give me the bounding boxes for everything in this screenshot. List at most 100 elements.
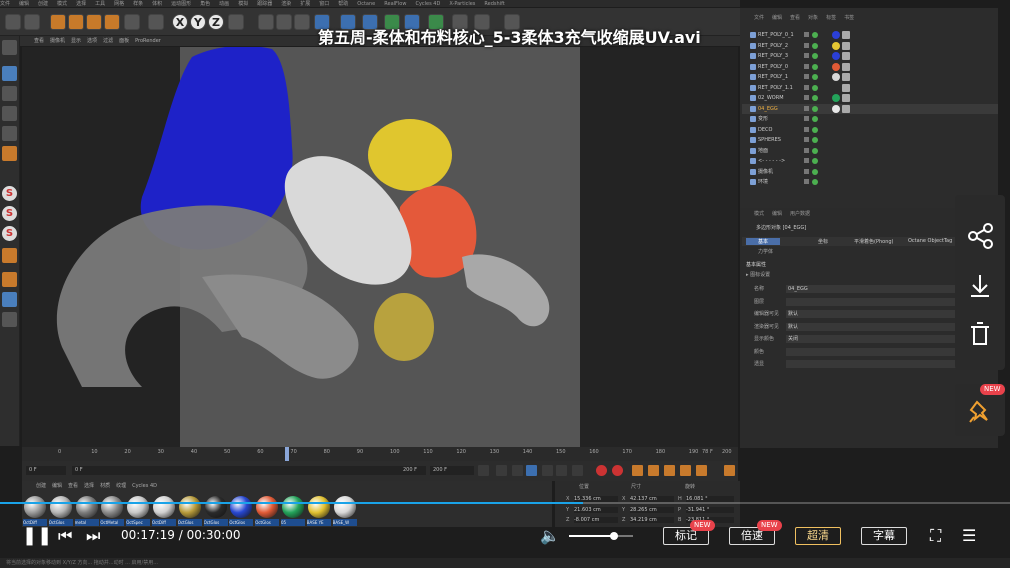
object-mode-icon[interactable] xyxy=(2,66,17,81)
render-dot-icon[interactable] xyxy=(812,95,818,101)
material-tab[interactable]: 创建 xyxy=(36,483,46,489)
material-swatch[interactable] xyxy=(307,496,330,518)
edges-mode-icon[interactable] xyxy=(2,126,17,141)
visibility-toggle[interactable] xyxy=(804,179,809,184)
material-swatch[interactable] xyxy=(49,496,72,518)
visibility-toggle[interactable] xyxy=(804,32,809,37)
visibility-toggle[interactable] xyxy=(804,105,809,111)
object-row[interactable]: 04_EGG xyxy=(742,103,998,114)
attribute-tab[interactable]: 编辑 xyxy=(772,211,782,217)
mode-octane[interactable]: Octane ObjectTag xyxy=(908,238,952,244)
polygons-mode-icon[interactable] xyxy=(2,146,17,161)
render-dot-icon[interactable] xyxy=(812,147,818,154)
start-frame-field[interactable]: 0 F xyxy=(26,466,66,475)
material-label[interactable]: OctMetal xyxy=(100,519,125,526)
object-menu-item[interactable]: 查看 xyxy=(790,15,800,21)
key-scale-icon[interactable] xyxy=(648,465,659,476)
coord-size-value[interactable]: 28.265 cm xyxy=(630,506,674,513)
object-menu-item[interactable]: 文件 xyxy=(754,15,764,21)
material-swatch[interactable] xyxy=(178,496,201,518)
menu-item[interactable]: 角色 xyxy=(200,1,210,7)
material-tab[interactable]: 材质 xyxy=(100,483,110,489)
prev-frame-icon[interactable] xyxy=(512,465,523,476)
menu-item[interactable]: Octane xyxy=(357,1,375,7)
coord-system-icon[interactable] xyxy=(228,14,244,30)
menu-item[interactable]: Redshift xyxy=(484,1,504,7)
object-row[interactable]: 环境 xyxy=(742,177,998,187)
solo-icon[interactable] xyxy=(2,292,17,307)
coord-position-value[interactable]: 21.603 cm xyxy=(574,506,618,513)
prev-key-icon[interactable] xyxy=(496,465,507,476)
material-swatch[interactable] xyxy=(75,496,98,518)
next-icon[interactable]: ⏭ xyxy=(86,526,100,546)
timeline-menu-icon[interactable] xyxy=(724,465,735,476)
render-dot-icon[interactable] xyxy=(812,32,818,38)
phong-tag-icon[interactable] xyxy=(842,41,850,50)
goto-start-icon[interactable] xyxy=(478,465,489,476)
object-row[interactable]: 摄像机 xyxy=(742,167,998,177)
timeline-playhead[interactable] xyxy=(285,447,289,461)
quality-button[interactable]: 超清 xyxy=(795,527,841,545)
material-label[interactable]: OctGlos xyxy=(203,519,228,526)
goto-end-icon[interactable] xyxy=(572,465,583,476)
material-tab[interactable]: 编辑 xyxy=(52,483,62,489)
visibility-toggle[interactable] xyxy=(804,158,809,163)
phong-tag-icon[interactable] xyxy=(842,31,850,39)
menu-item[interactable]: 工具 xyxy=(95,1,105,7)
key-pla-icon[interactable] xyxy=(696,465,707,476)
visibility-toggle[interactable] xyxy=(804,95,809,100)
object-row[interactable]: RET_POLY_0_1 xyxy=(742,30,998,40)
material-label[interactable]: OctGlos xyxy=(229,519,254,526)
material-tag-icon[interactable] xyxy=(832,41,840,50)
coord-size-value[interactable]: 34.219 cm xyxy=(630,517,674,523)
object-row[interactable]: 地面 xyxy=(742,146,998,156)
menu-item[interactable]: Cycles 4D xyxy=(415,1,440,7)
coord-rotation-value[interactable]: -31.941 ° xyxy=(686,506,734,513)
render-dot-icon[interactable] xyxy=(812,63,818,70)
menu-item[interactable]: 网格 xyxy=(114,1,124,7)
material-tab[interactable]: Cycles 4D xyxy=(132,483,157,489)
object-row[interactable]: SPHERES xyxy=(742,135,998,145)
material-label[interactable]: 05 xyxy=(281,519,305,526)
viewport-menu-item[interactable]: 面板 xyxy=(119,38,129,44)
recent-tool-icon[interactable] xyxy=(124,14,140,30)
record-icon[interactable] xyxy=(596,465,607,476)
object-row[interactable]: RET_POLY_2 xyxy=(742,41,998,51)
material-label[interactable]: BASE YE xyxy=(306,519,331,526)
object-row[interactable]: 变形 xyxy=(742,114,998,124)
material-tag-icon[interactable] xyxy=(832,94,840,102)
phong-tag-icon[interactable] xyxy=(842,94,850,102)
viewport-menu-item[interactable]: 选项 xyxy=(87,38,97,44)
material-tag-icon[interactable] xyxy=(832,62,840,71)
previous-icon[interactable]: ⏮ xyxy=(58,526,72,546)
material-label[interactable]: OctSpec xyxy=(126,519,151,526)
material-label[interactable]: OctGlos xyxy=(255,519,280,526)
phong-tag-icon[interactable] xyxy=(842,104,850,113)
visibility-toggle[interactable] xyxy=(804,74,809,79)
material-tag-icon[interactable] xyxy=(832,104,840,113)
menu-item[interactable]: 体积 xyxy=(152,1,162,7)
material-swatch[interactable] xyxy=(333,496,356,518)
end-frame-field[interactable]: 200 F xyxy=(400,466,426,475)
volume-knob[interactable] xyxy=(609,532,618,540)
object-menu-item[interactable]: 标签 xyxy=(826,15,836,21)
autokey-icon[interactable] xyxy=(612,465,623,476)
play-forward-icon[interactable] xyxy=(526,465,537,476)
visibility-toggle[interactable] xyxy=(804,147,809,153)
y-axis-icon[interactable]: Y xyxy=(190,14,206,30)
menu-item[interactable]: 编辑 xyxy=(19,1,29,7)
viewport-menu-item[interactable]: 摄像机 xyxy=(50,38,65,44)
attribute-tab[interactable]: 用户数据 xyxy=(790,211,810,217)
visibility-toggle[interactable] xyxy=(804,168,809,174)
move-tool-icon[interactable] xyxy=(68,14,84,30)
points-mode-icon[interactable] xyxy=(2,106,17,121)
object-row[interactable]: RET_POLY_1 xyxy=(742,72,998,82)
visibility-toggle[interactable] xyxy=(804,126,809,132)
material-label[interactable]: BASE_W xyxy=(332,519,357,526)
material-tab[interactable]: 选择 xyxy=(84,483,94,489)
snap-s2-icon[interactable]: S xyxy=(2,206,17,221)
material-swatch[interactable] xyxy=(24,496,46,518)
material-swatch[interactable] xyxy=(204,496,227,518)
select-tool-icon[interactable] xyxy=(50,14,66,30)
next-frame-icon[interactable] xyxy=(542,465,553,476)
